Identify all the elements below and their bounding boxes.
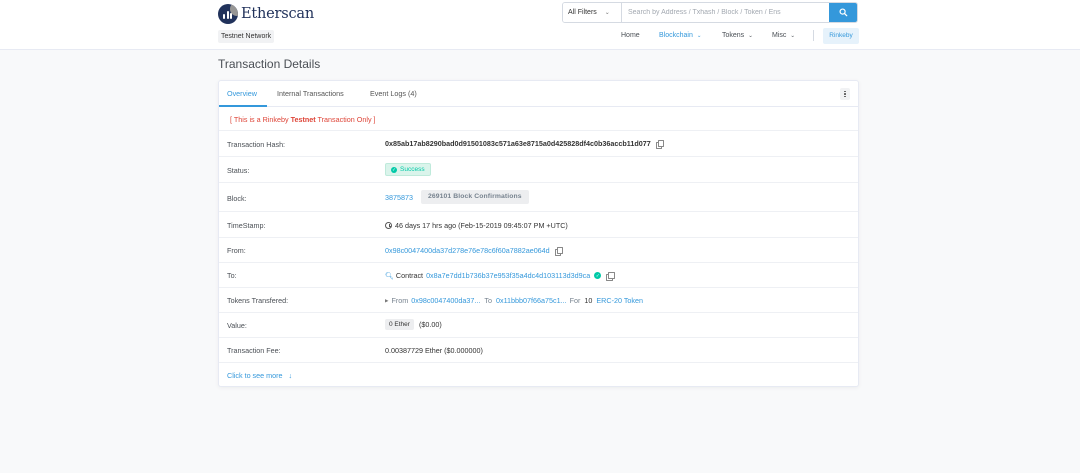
search-icon: 🔍︎ xyxy=(385,272,394,280)
block-confirmations-badge: 269101 Block Confirmations xyxy=(420,190,529,204)
network-badge: Testnet Network xyxy=(218,30,275,43)
block-row: Block: 3875873 269101 Block Confirmation… xyxy=(219,183,858,212)
status-text: Success xyxy=(400,166,425,173)
page-title: Transaction Details xyxy=(218,57,321,71)
testnet-notice: [ This is a Rinkeby Testnet Transaction … xyxy=(230,115,376,124)
tokens-from-link[interactable]: 0x98c0047400da37... xyxy=(411,296,480,305)
chevron-down-icon: ⌄ xyxy=(790,33,795,39)
ether-value-badge: 0 Ether xyxy=(385,319,414,330)
testnet-notice-suffix: Transaction Only ] xyxy=(315,115,376,124)
nav-misc-label: Misc xyxy=(772,32,787,39)
nav-divider xyxy=(813,30,814,41)
from-row: From: 0x98c0047400da37d278e76e78c6f60a78… xyxy=(219,238,858,263)
timestamp-value: 46 days 17 hrs ago (Feb-15-2019 09:45:07… xyxy=(395,221,568,230)
tokens-amount: 10 xyxy=(584,296,593,305)
value-row: Value: 0 Ether ($0.00) xyxy=(219,313,858,338)
search-input[interactable] xyxy=(622,3,829,22)
status-badge: ✓ Success xyxy=(385,163,431,176)
clock-icon xyxy=(385,222,392,229)
value-wrap: 0 Ether ($0.00) xyxy=(385,319,442,330)
caret-right-icon: ▶ xyxy=(385,297,389,303)
search-icon xyxy=(838,8,847,17)
status-row: Status: ✓ Success xyxy=(219,157,858,183)
check-circle-icon: ✓ xyxy=(391,166,397,173)
tab-event-logs[interactable]: Event Logs (4) xyxy=(370,89,417,98)
filter-select[interactable]: All Filters ⌄ xyxy=(563,3,622,22)
tab-overview[interactable]: Overview xyxy=(227,89,257,98)
nav-blockchain-label: Blockchain xyxy=(659,32,693,39)
tx-hash-value-wrap: 0x85ab17ab8290bad0d91501083c571a63e8715a… xyxy=(385,139,665,149)
status-value-wrap: ✓ Success xyxy=(385,163,431,176)
nav-tokens-label: Tokens xyxy=(722,32,745,39)
testnet-notice-prefix: [ This is a Rinkeby xyxy=(230,115,291,124)
tx-hash-row: Transaction Hash: 0x85ab17ab8290bad0d915… xyxy=(219,131,858,157)
block-value-wrap: 3875873 269101 Block Confirmations xyxy=(385,190,529,204)
etherscan-logo-icon xyxy=(218,4,238,24)
more-options-icon[interactable] xyxy=(840,88,850,100)
see-more-link[interactable]: Click to see more ↓ xyxy=(227,371,292,380)
to-contract-link[interactable]: 0x8a7e7dd1b736b37e953f35a4dc4d103113d3d9… xyxy=(426,271,590,280)
token-name-link[interactable]: ERC-20 Token xyxy=(596,296,643,305)
transaction-card: Overview Internal Transactions Event Log… xyxy=(218,80,859,387)
block-number-link[interactable]: 3875873 xyxy=(385,193,413,202)
tokens-for-label: For xyxy=(569,296,581,305)
block-label: Block: xyxy=(227,194,247,203)
nav-tokens[interactable]: Tokens ⌄ xyxy=(722,32,753,39)
chevron-down-icon: ⌄ xyxy=(696,33,702,39)
copy-icon[interactable] xyxy=(554,246,564,256)
search-button[interactable] xyxy=(829,3,857,22)
copy-icon[interactable] xyxy=(606,271,615,281)
from-value-wrap: 0x98c0047400da37d278e76e78c6f60a7882ae06… xyxy=(385,246,564,256)
chevron-down-icon: ⌄ xyxy=(748,33,753,39)
tokens-to-label: To xyxy=(484,296,492,305)
testnet-notice-bold: Testnet xyxy=(290,115,316,124)
to-contract-prefix: Contract xyxy=(395,271,424,280)
tokens-transferred-row: Tokens Transfered: ▶ From 0x98c0047400da… xyxy=(219,288,858,313)
from-label: From: xyxy=(227,246,246,255)
tab-internal-transactions[interactable]: Internal Transactions xyxy=(277,89,344,98)
logo-text: Etherscan xyxy=(241,6,315,22)
timestamp-value-wrap: 46 days 17 hrs ago (Feb-15-2019 09:45:07… xyxy=(385,221,568,230)
nav-home[interactable]: Home xyxy=(621,32,640,39)
tx-hash-value: 0x85ab17ab8290bad0d91501083c571a63e8715a… xyxy=(385,139,651,148)
etherscan-logo[interactable]: Etherscan xyxy=(218,4,314,24)
chevron-down-icon: ⌄ xyxy=(604,10,610,16)
tokens-transferred-value: ▶ From 0x98c0047400da37... To 0x11bbb07f… xyxy=(385,296,643,305)
value-label: Value: xyxy=(227,321,247,330)
tx-hash-label: Transaction Hash: xyxy=(227,140,286,149)
search-group: All Filters ⌄ xyxy=(562,2,858,23)
timestamp-label: TimeStamp: xyxy=(227,221,266,230)
tokens-to-link[interactable]: 0x11bbb07f66a75c1... xyxy=(496,296,567,305)
tokens-transferred-label: Tokens Transfered: xyxy=(227,296,289,305)
tab-bar: Overview Internal Transactions Event Log… xyxy=(219,81,858,107)
to-row: To: 🔍︎ Contract 0x8a7e7dd1b736b37e953f35… xyxy=(219,263,858,288)
tokens-from-label: From xyxy=(391,296,409,305)
fee-label: Transaction Fee: xyxy=(227,346,281,355)
fee-row: Transaction Fee: 0.00387729 Ether ($0.00… xyxy=(219,338,858,363)
testnet-notice-row: [ This is a Rinkeby Testnet Transaction … xyxy=(219,107,858,131)
verified-check-icon: ✓ xyxy=(594,272,602,279)
see-more-label: Click to see more xyxy=(227,371,283,380)
nav-blockchain[interactable]: Blockchain ⌄ xyxy=(659,32,701,39)
top-header: Etherscan Testnet Network All Filters ⌄ … xyxy=(0,0,1080,50)
status-label: Status: xyxy=(227,166,250,175)
network-switch-button[interactable]: Rinkeby xyxy=(823,28,859,44)
to-label: To: xyxy=(227,271,237,280)
to-value-wrap: 🔍︎ Contract 0x8a7e7dd1b736b37e953f35a4dc… xyxy=(385,271,615,281)
timestamp-row: TimeStamp: 46 days 17 hrs ago (Feb-15-20… xyxy=(219,212,858,238)
fee-value: 0.00387729 Ether ($0.000000) xyxy=(385,346,483,355)
filter-select-label: All Filters xyxy=(568,9,597,16)
nav-misc[interactable]: Misc ⌄ xyxy=(772,32,795,39)
copy-icon[interactable] xyxy=(655,139,665,149)
value-usd: ($0.00) xyxy=(418,320,442,329)
from-address-link[interactable]: 0x98c0047400da37d278e76e78c6f60a7882ae06… xyxy=(385,246,550,255)
arrow-down-icon: ↓ xyxy=(288,371,293,380)
